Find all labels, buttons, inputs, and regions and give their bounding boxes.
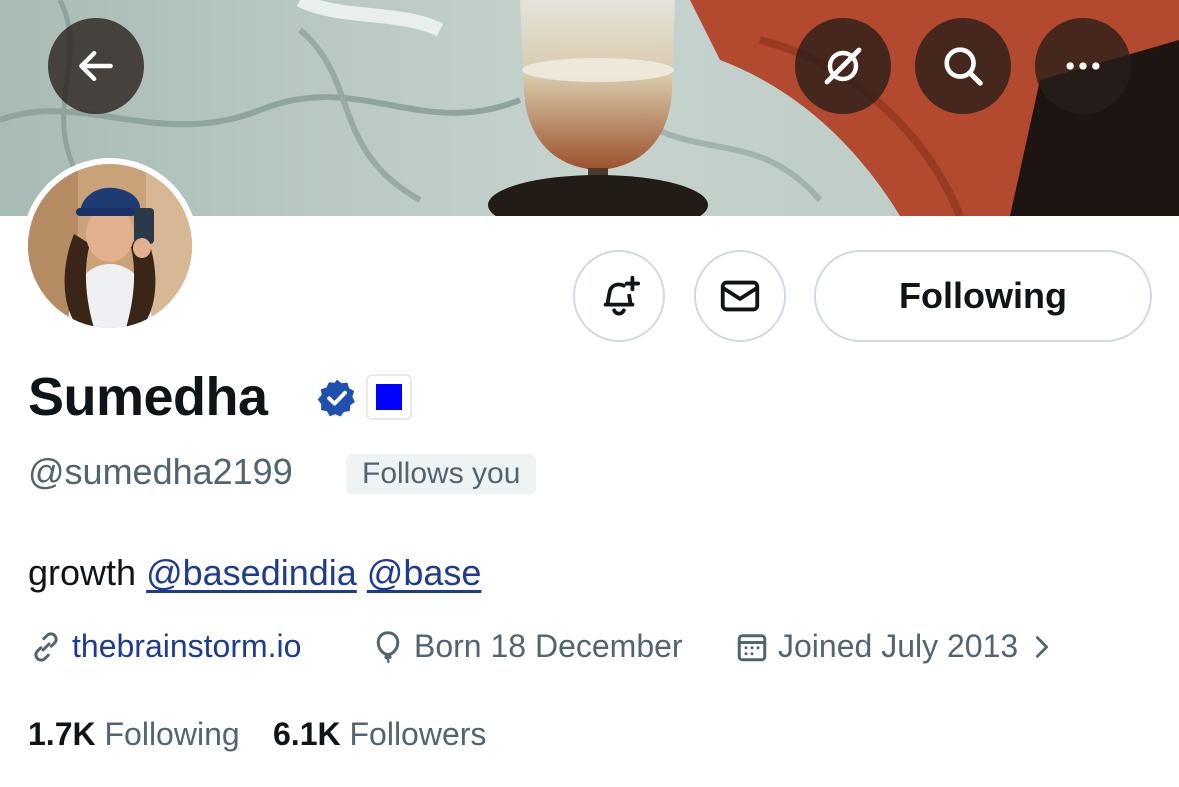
following-stat[interactable]: 1.7K Following [28,716,240,753]
more-icon [1066,62,1100,70]
followers-label: Followers [349,716,487,752]
bio-text: growth [28,552,137,593]
profile-name: Sumedha [28,367,268,427]
verified-badge[interactable] [316,377,358,424]
avatar[interactable] [22,158,198,334]
bell-plus-icon [603,275,641,316]
link-icon [34,631,58,662]
profile-banner[interactable] [0,0,1179,216]
chevron-right-icon [1036,635,1049,658]
followers-stat[interactable]: 6.1K Followers [273,716,486,753]
balloon-icon [376,630,400,663]
birthday-text: Born 18 December [414,628,683,664]
bio-mention-base[interactable]: @base [367,552,482,593]
grok-button[interactable] [795,18,891,114]
following-button[interactable]: Following [814,250,1152,342]
verified-badge-icon [317,379,355,417]
search-button[interactable] [915,18,1011,114]
profile-handle: @sumedha2199 [28,451,293,492]
joined-text: Joined July 2013 [778,628,1019,664]
affiliation-badge[interactable] [366,374,412,420]
joined-item[interactable]: Joined July 2013 [734,628,1056,665]
follows-you-badge: Follows you [346,454,537,494]
website-item[interactable]: thebrainstorm.io [28,628,301,665]
avatar-image [28,164,192,328]
profile-bio: growth @basedindia @base [28,552,481,594]
more-button[interactable] [1035,18,1131,114]
arrow-left-icon [79,50,113,82]
following-count: 1.7K [28,716,96,752]
message-button[interactable] [694,250,786,342]
following-button-label: Following [899,275,1067,316]
website-link[interactable]: thebrainstorm.io [72,628,301,665]
following-label: Following [104,716,240,752]
back-button[interactable] [48,18,144,114]
search-icon [944,47,983,86]
bio-mention-basedindia[interactable]: @basedindia [146,552,357,593]
calendar-icon [737,633,767,661]
banner-image [0,0,1179,216]
birthday-item: Born 18 December [370,628,683,665]
notifications-button[interactable] [573,250,665,342]
envelope-icon [720,280,760,312]
followers-count: 6.1K [273,716,341,752]
affiliation-badge-icon [376,384,402,410]
grok-icon [824,47,862,85]
